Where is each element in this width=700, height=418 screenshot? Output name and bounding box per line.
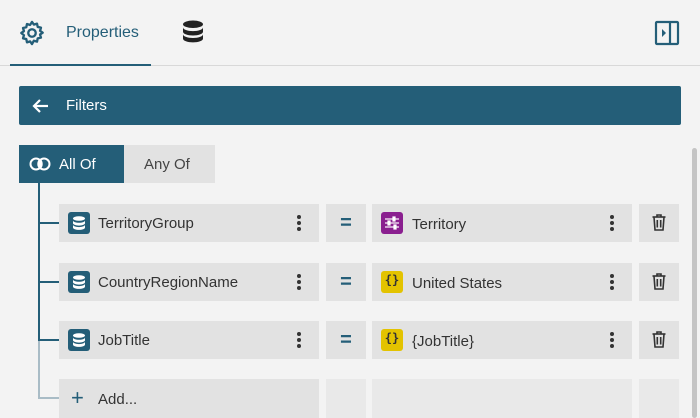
any-of-label: Any Of (144, 156, 190, 173)
filters-header: Filters (19, 86, 681, 125)
kebab-menu-icon[interactable] (296, 273, 302, 291)
add-filter-button[interactable]: + Add... (59, 379, 319, 418)
variable-badge-label: {} (384, 273, 400, 287)
filter-value-text: United States (412, 275, 503, 292)
kebab-menu-icon[interactable] (296, 331, 302, 349)
all-of-label: All Of (59, 156, 96, 173)
venn-icon (29, 157, 51, 171)
delete-button[interactable] (639, 204, 679, 242)
operator-button[interactable]: = (326, 321, 366, 359)
operator-button[interactable]: = (326, 204, 366, 242)
tab-properties[interactable]: Properties (10, 0, 151, 66)
operator-label: = (340, 212, 352, 234)
filter-field-name: TerritoryGroup (98, 215, 194, 232)
any-of-button[interactable]: Any Of (124, 145, 215, 183)
filter-field-name: CountryRegionName (98, 274, 239, 291)
tab-properties-label: Properties (66, 24, 139, 41)
plus-icon: + (71, 385, 84, 410)
operator-label: = (340, 271, 352, 293)
arrow-left-icon[interactable] (31, 96, 51, 116)
gear-icon (20, 20, 44, 46)
filter-field[interactable]: JobTitle (59, 321, 319, 359)
kebab-menu-icon[interactable] (609, 273, 615, 291)
filter-value[interactable]: {} {JobTitle} (372, 321, 632, 359)
kebab-menu-icon[interactable] (609, 331, 615, 349)
filter-field-name: JobTitle (98, 332, 150, 349)
tree-connector (38, 339, 59, 341)
delete-placeholder (639, 379, 679, 418)
delete-button[interactable] (639, 321, 679, 359)
filter-value-text: {JobTitle} (412, 333, 474, 350)
variable-badge-label: {} (384, 331, 400, 345)
trash-icon (652, 273, 666, 290)
trash-icon (652, 331, 666, 348)
panel-right-icon[interactable] (654, 20, 680, 46)
filters-title: Filters (66, 97, 107, 114)
filter-field[interactable]: CountryRegionName (59, 263, 319, 301)
tree-connector (38, 222, 59, 224)
filter-field[interactable]: TerritoryGroup (59, 204, 319, 242)
all-of-button[interactable]: All Of (19, 145, 124, 183)
scrollbar[interactable] (692, 148, 697, 418)
filter-value[interactable]: Territory (372, 204, 632, 242)
trash-icon (652, 214, 666, 231)
delete-button[interactable] (639, 263, 679, 301)
value-placeholder (372, 379, 632, 418)
kebab-menu-icon[interactable] (609, 214, 615, 232)
variable-icon: {} (381, 329, 403, 351)
tree-connector (38, 281, 59, 283)
kebab-menu-icon[interactable] (296, 214, 302, 232)
database-icon (68, 329, 90, 351)
database-icon (68, 212, 90, 234)
filter-value-text: Territory (412, 216, 467, 233)
tree-connector (38, 340, 40, 398)
operator-placeholder (326, 379, 366, 418)
database-icon (68, 271, 90, 293)
tree-connector (38, 183, 40, 340)
database-icon[interactable] (178, 18, 208, 48)
parameter-icon (381, 212, 403, 234)
filter-value[interactable]: {} United States (372, 263, 632, 301)
add-filter-label: Add... (98, 391, 138, 408)
variable-icon: {} (381, 271, 403, 293)
operator-button[interactable]: = (326, 263, 366, 301)
operator-label: = (340, 329, 352, 351)
tab-bar: Properties (0, 0, 700, 66)
tree-connector (38, 397, 59, 399)
